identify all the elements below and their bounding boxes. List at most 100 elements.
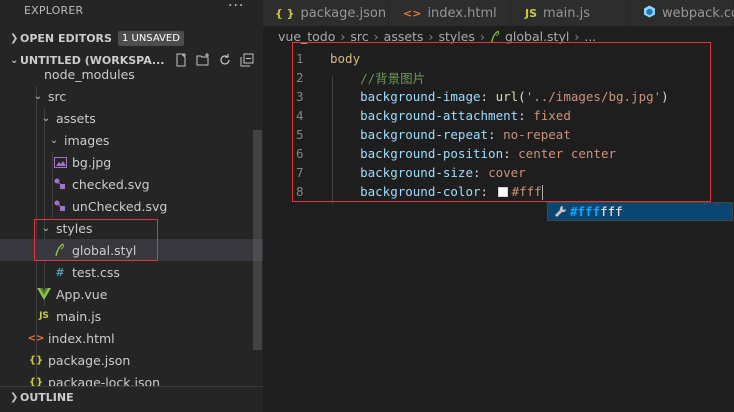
code-token: fixed [533, 108, 571, 123]
more-actions-icon[interactable]: ··· [228, 0, 244, 14]
image-icon [52, 156, 68, 168]
code-token: cover [488, 165, 526, 180]
open-editors-label: OPEN EDITORS [20, 31, 112, 45]
breadcrumb-item[interactable]: global.styl [505, 29, 569, 44]
js-icon: JS [39, 311, 49, 321]
code-line[interactable]: 3 background-image: url('../images/bg.jp… [263, 87, 734, 106]
chevron-right-icon: › [340, 29, 346, 44]
code-token: ( [518, 89, 526, 104]
json-icon: {} [28, 354, 44, 366]
chevron-down-icon: ⌄ [49, 134, 59, 146]
tab-package-json[interactable]: { } package.json [263, 0, 389, 26]
color-swatch[interactable] [497, 187, 508, 197]
tree-item-styles[interactable]: ⌄ styles [0, 217, 263, 239]
tree-item-label: styles [56, 220, 93, 236]
tree-item-label: assets [56, 110, 96, 126]
code-token: background-attachment [330, 108, 519, 123]
tree-item-label: src [48, 88, 67, 104]
code-text: background-color: #fff [330, 184, 543, 200]
code-text: background-image: url('../images/bg.jpg'… [330, 89, 669, 104]
tree-item-checked-svg[interactable]: checked.svg [0, 173, 263, 195]
html-icon: <> [403, 6, 422, 20]
explorer-title: EXPLORER [24, 4, 84, 17]
chevron-right-icon: › [373, 29, 379, 44]
sidebar-scrollbar[interactable] [253, 130, 262, 350]
js-icon: JS [525, 6, 538, 20]
tree-item-assets[interactable]: ⌄ assets [0, 107, 263, 129]
tree-item-label: package.json [48, 352, 131, 368]
code-token: //背景图片 [330, 71, 426, 86]
tab-webpack-config[interactable]: webpack.co [629, 0, 734, 26]
code-line[interactable]: 7 background-size: cover [263, 163, 734, 182]
tree-item-src[interactable]: ⌄ src [0, 85, 263, 107]
code-editor[interactable]: 1 body 2 //背景图片 3 background-image: url('..… [263, 48, 734, 412]
svg-icon [52, 200, 68, 212]
breadcrumb-item[interactable]: vue_todo [278, 29, 335, 44]
code-line[interactable]: 1 body [263, 49, 734, 68]
code-token: : [480, 183, 496, 199]
tab-index-html[interactable]: <> index.html [389, 0, 511, 26]
code-line[interactable]: 5 background-repeat: no-repeat [263, 125, 734, 144]
tree-item-package-lock-json[interactable]: {} package-lock.json [0, 371, 263, 387]
code-text: background-position: center center [330, 146, 616, 161]
tree-item-app-vue[interactable]: App.vue [0, 283, 263, 305]
html-icon: <> [27, 332, 45, 344]
breadcrumb-item[interactable]: ... [584, 29, 596, 44]
tree-item-label: node_modules [44, 66, 135, 82]
code-token: #fff [511, 183, 542, 199]
tree-item-global-styl[interactable]: global.styl [0, 239, 263, 261]
tree-item-label: unChecked.svg [72, 198, 168, 214]
tree-item-index-html[interactable]: <> index.html [0, 327, 263, 349]
stylus-icon [490, 30, 501, 43]
code-token: : [518, 108, 534, 123]
breadcrumb-item[interactable]: assets [384, 29, 424, 44]
tree-item-label: images [64, 132, 110, 148]
code-line[interactable]: 4 background-attachment: fixed [263, 106, 734, 125]
code-token: : [480, 89, 496, 104]
code-token: background-position [330, 146, 504, 161]
svg-icon [52, 178, 68, 190]
code-token: background-repeat [330, 127, 489, 142]
line-number: 1 [296, 51, 304, 66]
tree-item-bg-jpg[interactable]: bg.jpg [0, 151, 263, 173]
tree-item-node-modules[interactable]: node_modules [0, 64, 263, 85]
tree-item-label: index.html [48, 330, 115, 346]
tab-label: webpack.co [662, 5, 734, 21]
code-line[interactable]: 2 //背景图片 [263, 68, 734, 87]
chevron-down-icon: ⌄ [33, 90, 43, 102]
suggestion-item[interactable]: #fff fff [548, 203, 732, 220]
line-number: 8 [296, 184, 304, 199]
stylus-icon [52, 243, 68, 257]
tree-item-package-json[interactable]: {} package.json [0, 349, 263, 371]
tree-item-unchecked-svg[interactable]: unChecked.svg [0, 195, 263, 217]
code-text: background-attachment: fixed [330, 108, 571, 123]
json-icon: { } [275, 6, 295, 20]
code-line[interactable]: 8 background-color: #fff [263, 182, 734, 201]
code-token: background-image [330, 89, 481, 104]
line-number: 4 [296, 108, 304, 123]
code-token: body [330, 51, 361, 66]
file-tree: node_modules ⌄ src ⌄ assets ⌄ images bg.… [0, 64, 263, 386]
chevron-right-icon: › [479, 29, 485, 44]
editor-tabs: { } package.json <> index.html JS main.j… [263, 0, 734, 26]
code-line[interactable]: 6 background-position: center center [263, 144, 734, 163]
tab-main-js[interactable]: JS main.js [511, 0, 629, 26]
chevron-right-icon: › [574, 29, 580, 44]
code-text: //背景图片 [330, 68, 425, 87]
tab-label: main.js [543, 5, 591, 21]
tree-item-images[interactable]: ⌄ images [0, 129, 263, 151]
tree-item-label: App.vue [56, 286, 108, 302]
line-number: 3 [296, 89, 304, 104]
tree-item-label: package-lock.json [48, 374, 161, 387]
tree-item-label: test.css [72, 264, 120, 280]
tab-label: index.html [427, 5, 497, 21]
code-token: background-color [330, 183, 481, 199]
tree-item-main-js[interactable]: JS main.js [0, 305, 263, 327]
breadcrumb-item[interactable]: styles [438, 29, 475, 44]
vue-icon [36, 288, 52, 300]
open-editors-header[interactable]: ❯ OPEN EDITORS 1 UNSAVED [0, 27, 263, 49]
breadcrumb-item[interactable]: src [350, 29, 368, 44]
tree-item-test-css[interactable]: # test.css [0, 261, 263, 283]
chevron-right-icon: ❯ [10, 392, 19, 403]
outline-header[interactable]: ❯ OUTLINE [0, 386, 263, 408]
